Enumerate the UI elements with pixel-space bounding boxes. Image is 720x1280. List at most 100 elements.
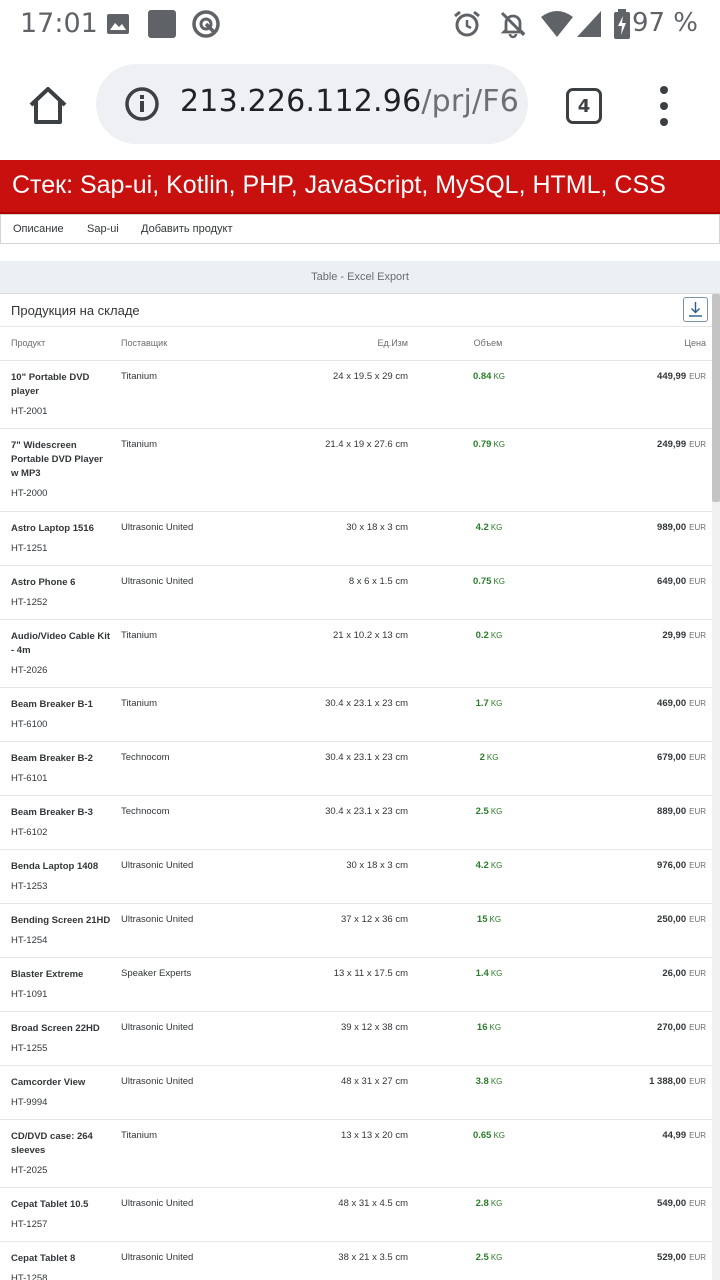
product-id: HT-2025: [11, 1165, 48, 1176]
product-cell: CD/DVD case: 264 sleeves HT-2025: [11, 1130, 111, 1178]
table-row[interactable]: CD/DVD case: 264 sleeves HT-2025 Titanium 1…: [0, 1120, 712, 1188]
weight-unit: KG: [490, 1199, 503, 1208]
product-id: HT-1251: [11, 543, 48, 554]
price-cell: 989,00 EUR: [657, 522, 706, 533]
price-value: 1 388,00: [649, 1076, 687, 1087]
dimensions-cell: 30.4 x 23.1 x 23 cm: [325, 806, 408, 817]
price-value: 469,00: [657, 698, 687, 709]
volume-cell: 1.7 KG: [440, 698, 538, 709]
table-row[interactable]: Cepat Tablet 10.5 HT-1257 Ultrasonic Unite…: [0, 1188, 712, 1242]
table-row[interactable]: Bending Screen 21HD HT-1254 Ultrasonic Uni…: [0, 904, 712, 958]
price-cell: 270,00 EUR: [657, 1022, 706, 1033]
export-button[interactable]: [683, 297, 708, 322]
battery-icon: [614, 9, 630, 39]
weight-unit: KG: [489, 915, 502, 924]
supplier-cell: Titanium: [121, 1130, 158, 1141]
weight-value: 0.65: [472, 1130, 492, 1141]
url-host: 213.226.112.96: [180, 84, 422, 119]
price-currency: EUR: [689, 861, 706, 870]
weight-unit: KG: [490, 861, 503, 870]
weight-unit: KG: [493, 372, 506, 381]
table-row[interactable]: Beam Breaker B-3 HT-6102 Technocom 30.4 x 2…: [0, 796, 712, 850]
table-row[interactable]: Audio/Video Cable Kit - 4m HT-2026 Titaniu…: [0, 620, 712, 688]
nav-item-sap-ui[interactable]: Sap-ui: [87, 223, 119, 235]
table-row[interactable]: Blaster Extreme HT-1091 Speaker Experts 13 …: [0, 958, 712, 1012]
table-row[interactable]: Beam Breaker B-2 HT-6101 Technocom 30.4 x 2…: [0, 742, 712, 796]
wifi-icon: [541, 11, 573, 37]
dimensions-cell: 48 x 31 x 27 cm: [340, 1076, 408, 1087]
status-time: 17:01: [20, 8, 98, 39]
scrollbar-thumb[interactable]: [712, 294, 720, 502]
column-header-price[interactable]: Цена: [684, 338, 706, 348]
price-currency: EUR: [689, 969, 706, 978]
price-cell: 469,00 EUR: [657, 698, 706, 709]
volume-cell: 2.5 KG: [440, 1252, 538, 1263]
table-row[interactable]: 10" Portable DVD player HT-2001 Titanium 24…: [0, 361, 712, 429]
price-cell: 26,00 EUR: [662, 968, 706, 979]
info-icon[interactable]: [124, 86, 160, 122]
url-path: /prj/F6: [421, 84, 520, 119]
table-row[interactable]: Cepat Tablet 8 HT-1258 Ultrasonic United 38…: [0, 1242, 712, 1280]
address-bar[interactable]: 213.226.112.96/prj/F6: [96, 64, 528, 144]
weight-unit: KG: [490, 523, 503, 532]
dimensions-cell: 38 x 21 x 3.5 cm: [338, 1252, 408, 1263]
product-name: Astro Laptop 1516: [11, 523, 94, 534]
product-cell: Astro Laptop 1516 HT-1251: [11, 522, 111, 556]
weight-value: 0.84: [472, 371, 492, 382]
product-id: HT-1091: [11, 989, 48, 1000]
product-name: Benda Laptop 1408: [11, 861, 99, 872]
product-name: Astro Phone 6: [11, 577, 76, 588]
column-header-volume[interactable]: Объем: [440, 338, 536, 348]
nav-item-add-product[interactable]: Добавить продукт: [141, 223, 233, 235]
alarm-icon: [454, 10, 480, 37]
volume-cell: 2.5 KG: [440, 806, 538, 817]
table-row[interactable]: Benda Laptop 1408 HT-1253 Ultrasonic Unite…: [0, 850, 712, 904]
supplier-cell: Ultrasonic United: [121, 522, 194, 533]
price-currency: EUR: [689, 577, 706, 586]
home-icon[interactable]: [26, 84, 70, 128]
price-currency: EUR: [689, 1077, 706, 1086]
product-name: Beam Breaker B-2: [11, 753, 93, 764]
column-header-product[interactable]: Продукт: [11, 338, 45, 348]
price-currency: EUR: [689, 1131, 706, 1140]
column-header-supplier[interactable]: Поставщик: [121, 338, 167, 348]
product-cell: Beam Breaker B-2 HT-6101: [11, 752, 111, 786]
supplier-cell: Speaker Experts: [121, 968, 192, 979]
table-row[interactable]: Beam Breaker B-1 HT-6100 Titanium 30.4 x 23…: [0, 688, 712, 742]
product-name: CD/DVD case: 264 sleeves: [11, 1131, 93, 1156]
volume-cell: 4.2 KG: [440, 522, 538, 533]
price-cell: 889,00 EUR: [657, 806, 706, 817]
table-row[interactable]: Astro Phone 6 HT-1252 Ultrasonic United 8 x…: [0, 566, 712, 620]
weight-unit: KG: [489, 1023, 502, 1032]
price-currency: EUR: [689, 699, 706, 708]
price-currency: EUR: [689, 440, 706, 449]
product-name: Camcorder View: [11, 1077, 86, 1088]
product-id: HT-1254: [11, 935, 48, 946]
nav-item-description[interactable]: Описание: [13, 223, 64, 235]
table-toolbar: Продукция на складе: [0, 294, 712, 327]
app-square-icon: [148, 10, 176, 38]
product-name: Beam Breaker B-3: [11, 807, 93, 818]
price-cell: 449,99 EUR: [657, 371, 706, 382]
table-title: Продукция на складе: [11, 303, 140, 318]
table-row[interactable]: Broad Screen 22HD HT-1255 Ultrasonic Unite…: [0, 1012, 712, 1066]
url-text[interactable]: 213.226.112.96/prj/F6: [180, 84, 519, 119]
notifications-off-icon: [500, 11, 526, 39]
table-row[interactable]: 7" Widescreen Portable DVD Player w MP3 H…: [0, 429, 712, 512]
weight-value: 2: [479, 752, 485, 763]
product-id: HT-2026: [11, 665, 48, 676]
more-options-icon[interactable]: [650, 86, 678, 126]
price-value: 29,99: [662, 630, 687, 641]
battery-percent: 97 %: [631, 8, 698, 38]
weight-value: 2.5: [475, 1252, 489, 1263]
column-header-dimensions[interactable]: Ед.Изм: [377, 338, 408, 348]
page-title: Table - Excel Export: [311, 271, 409, 283]
supplier-cell: Technocom: [121, 806, 170, 817]
price-value: 549,00: [657, 1198, 687, 1209]
table-row[interactable]: Camcorder View HT-9994 Ultrasonic United 48…: [0, 1066, 712, 1120]
price-currency: EUR: [689, 807, 706, 816]
supplier-cell: Ultrasonic United: [121, 860, 194, 871]
tab-switcher-button[interactable]: 4: [566, 88, 602, 124]
weight-unit: KG: [493, 1131, 506, 1140]
table-row[interactable]: Astro Laptop 1516 HT-1251 Ultrasonic Unite…: [0, 512, 712, 566]
